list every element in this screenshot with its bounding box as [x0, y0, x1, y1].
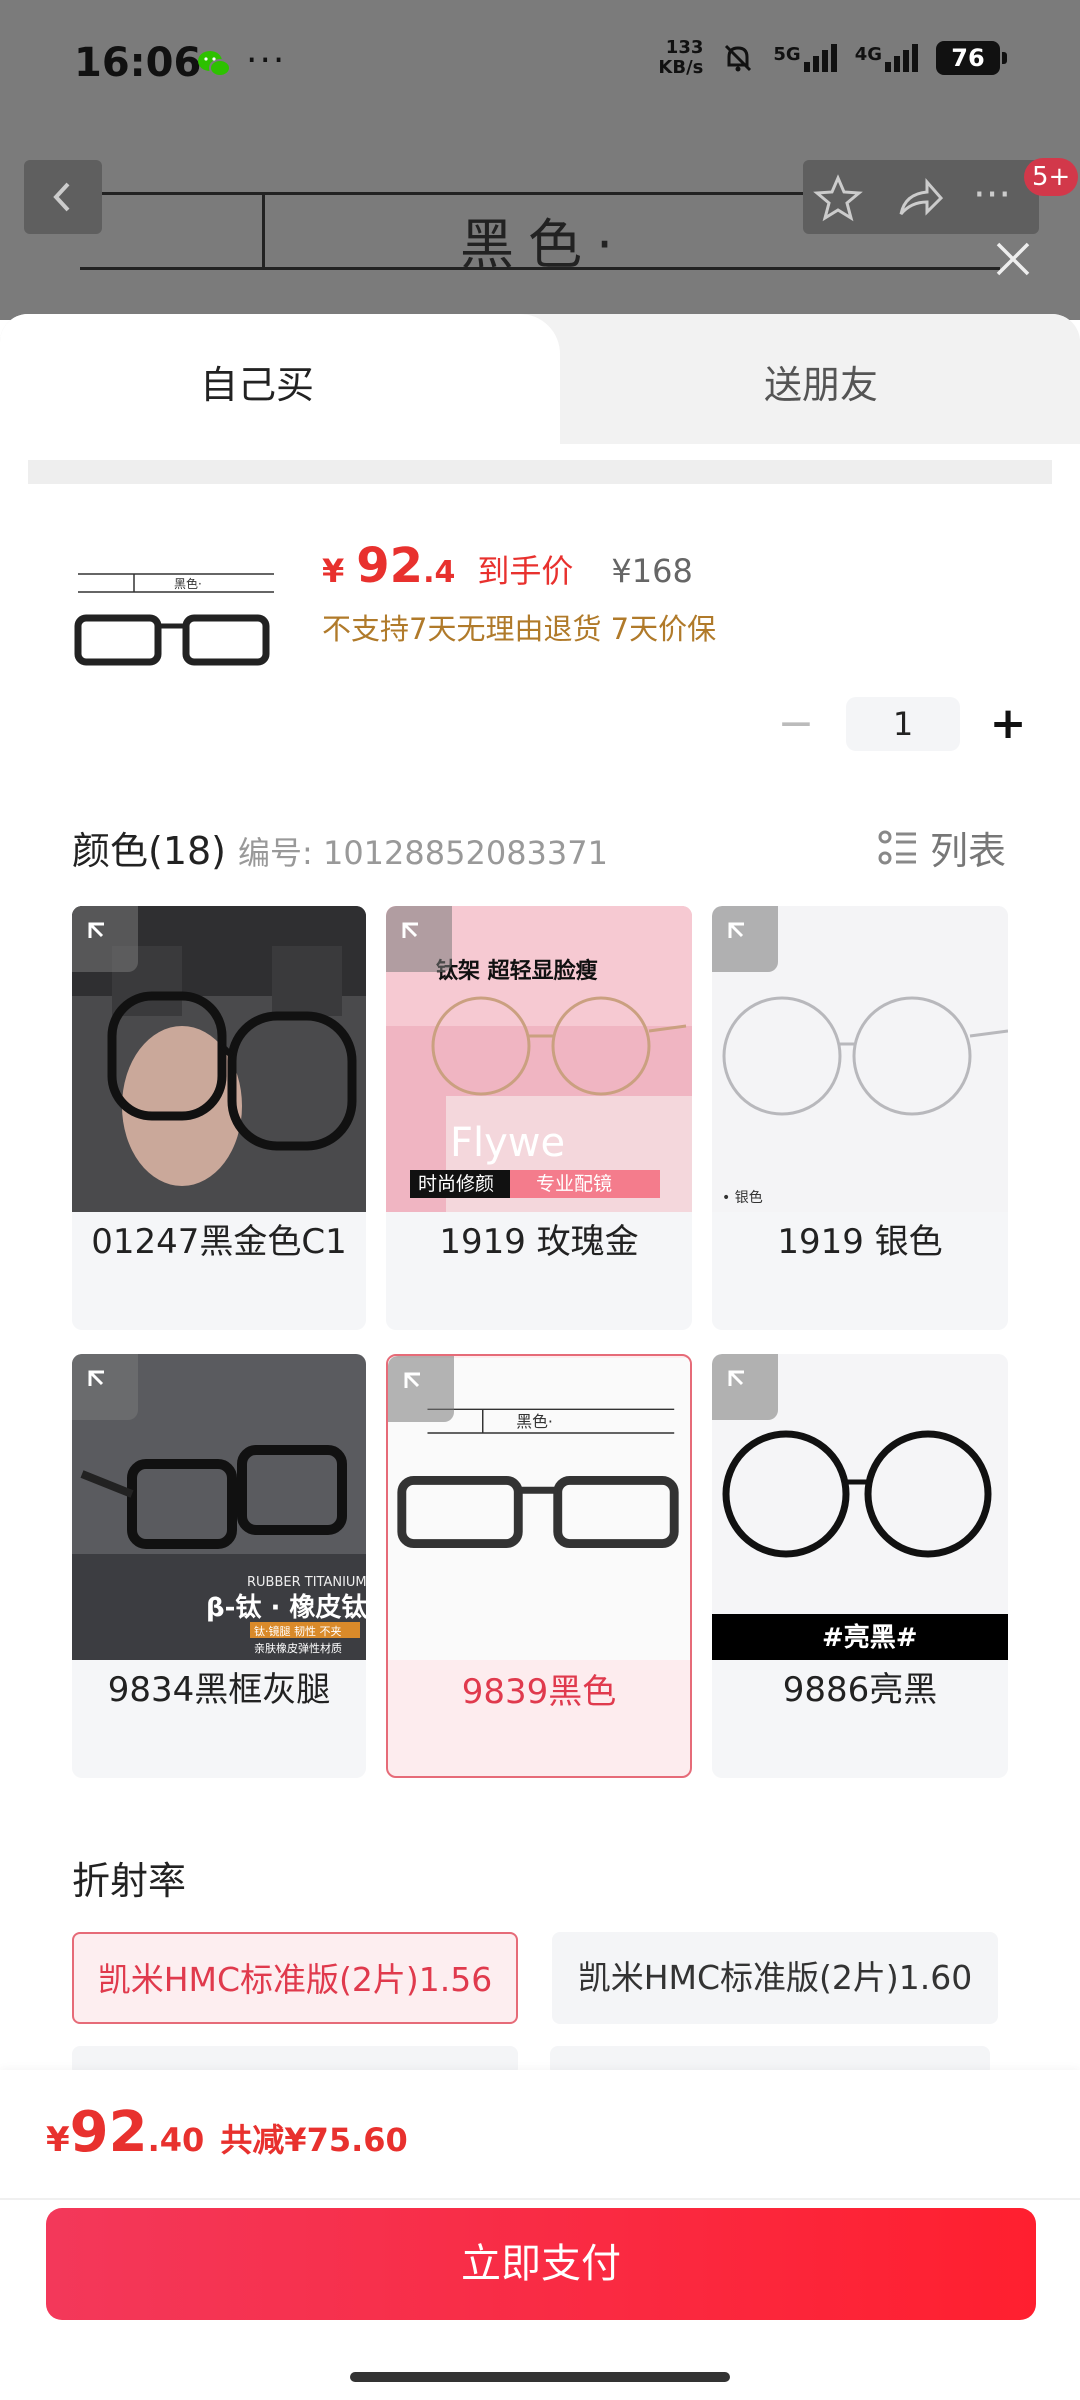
list-icon	[878, 830, 916, 864]
total-price: ¥ 92 .40 共减¥75.60	[46, 2100, 408, 2165]
lens-option-selected[interactable]: 凯米HMC标准版(2片)1.56	[72, 1932, 518, 2024]
expand-icon[interactable]	[712, 906, 778, 972]
share-icon[interactable]	[895, 174, 945, 222]
quantity-stepper: − 1 +	[776, 697, 1028, 751]
net-speed-value: 133	[665, 37, 704, 58]
overlay-title: 黑色·	[516, 1412, 553, 1431]
list-view-toggle[interactable]: 列表	[878, 820, 1006, 875]
overlay-tag2: 亲肤橡皮弹性材质	[254, 1641, 342, 1655]
more-notifications-icon: ···	[246, 40, 287, 81]
chevron-left-icon	[53, 182, 70, 212]
overlay-title: #亮黑#	[822, 1622, 918, 1653]
wechat-icon	[198, 51, 231, 77]
cart-badge: 5+	[1024, 158, 1079, 196]
status-bar: 16:06 ··· 133 KB/s 5G 4G 76	[0, 0, 1080, 130]
color-option-label: 01247黑金色C1	[91, 1222, 347, 1262]
color-option-selected[interactable]: 黑色· 9839黑色	[386, 1354, 692, 1778]
close-icon[interactable]	[990, 236, 1036, 282]
pay-now-button[interactable]: 立即支付	[46, 2208, 1036, 2320]
total-integer: 92	[69, 2100, 148, 2165]
color-option[interactable]: • 银色 1919 银色	[712, 906, 1008, 1330]
expand-icon[interactable]	[712, 1354, 778, 1420]
net-speed-unit: KB/s	[658, 57, 704, 78]
increase-button[interactable]: +	[988, 699, 1028, 749]
banner-divider	[262, 192, 265, 270]
color-option-label: 9834黑框灰腿	[107, 1670, 331, 1710]
thumb-text: 黑色·	[174, 577, 202, 591]
overlay-title: 钛架 超轻显脸瘦	[436, 958, 598, 984]
refraction-section-title: 折射率	[72, 1859, 187, 1903]
lens-option[interactable]: 凯米HMC标准版(2片)1.60	[552, 1932, 998, 2024]
banner-text: 黑色·	[460, 213, 628, 276]
signal-5g-label: 5G	[773, 44, 801, 65]
product-code: 编号: 10128852083371	[238, 834, 608, 872]
net-speed: 133 KB/s	[658, 38, 703, 78]
nav-actions: ···	[803, 160, 1039, 234]
signal-4g-label: 4G	[854, 44, 882, 65]
overlay-note: • 银色	[722, 1189, 763, 1206]
mute-bell-icon	[725, 44, 752, 72]
overlay-tag1: 时尚修颜	[418, 1173, 494, 1195]
signal-4g: 4G	[855, 44, 918, 72]
color-option[interactable]: 01247黑金色C1	[72, 906, 366, 1330]
overlay-brand: Flywe	[450, 1120, 565, 1166]
product-thumbnail: 黑色·	[64, 540, 284, 690]
price-line: ¥ 92 .4 到手价 ¥168	[322, 538, 693, 594]
original-price: ¥168	[611, 552, 693, 590]
total-currency: ¥	[46, 2120, 70, 2160]
battery-indicator: 76	[936, 41, 1007, 75]
color-option-label: 9839黑色	[461, 1672, 617, 1712]
color-option[interactable]: RUBBER TITANIUM β-钛 · 橡皮钛 钛·镜腿 韧性 不夹 亲肤橡…	[72, 1354, 366, 1778]
decrease-button[interactable]: −	[776, 699, 816, 749]
expand-icon[interactable]	[72, 906, 138, 972]
total-decimal: .40	[147, 2121, 205, 2159]
color-section-title: 颜色(18)	[72, 829, 227, 873]
overlay-tag1: 钛·镜腿 韧性 不夹	[254, 1624, 342, 1638]
color-option-label: 1919 玫瑰金	[439, 1222, 639, 1262]
star-icon[interactable]	[813, 174, 863, 222]
more-icon[interactable]: ···	[973, 172, 1011, 218]
status-time: 16:06	[74, 40, 202, 86]
tab-gift-friend[interactable]: 送朋友	[764, 354, 878, 409]
back-button[interactable]	[24, 160, 102, 234]
price-integer: 92	[356, 538, 424, 594]
divider	[0, 2198, 1080, 2200]
expand-icon[interactable]	[72, 1354, 138, 1420]
section-separator	[28, 460, 1052, 484]
return-policy: 不支持7天无理由退货 7天价保	[322, 612, 717, 646]
price-decimal: .4	[423, 555, 456, 590]
expand-icon[interactable]	[386, 906, 452, 972]
tab-buy-for-self[interactable]: 自己买	[200, 354, 314, 409]
color-option-label: 1919 银色	[777, 1222, 943, 1262]
color-option-label: 9886亮黑	[782, 1670, 938, 1710]
color-option[interactable]: #亮黑# 9886亮黑	[712, 1354, 1008, 1778]
expand-icon[interactable]	[388, 1356, 454, 1422]
signal-5g: 5G	[773, 44, 837, 72]
list-view-label: 列表	[930, 829, 1007, 873]
overlay-brand: RUBBER TITANIUM	[247, 1575, 366, 1590]
quantity-input[interactable]: 1	[846, 697, 960, 751]
total-savings: 共减¥75.60	[220, 2121, 408, 2159]
home-indicator[interactable]	[350, 2372, 730, 2382]
final-price-label: 到手价	[477, 552, 574, 590]
overlay-title: β-钛 · 橡皮钛	[206, 1593, 366, 1623]
price-currency: ¥	[322, 552, 345, 590]
color-option[interactable]: 钛架 超轻显脸瘦 Flywe 时尚修颜 专业配镜 1919 玫瑰金	[386, 906, 692, 1330]
overlay-tag2: 专业配镜	[536, 1173, 612, 1195]
